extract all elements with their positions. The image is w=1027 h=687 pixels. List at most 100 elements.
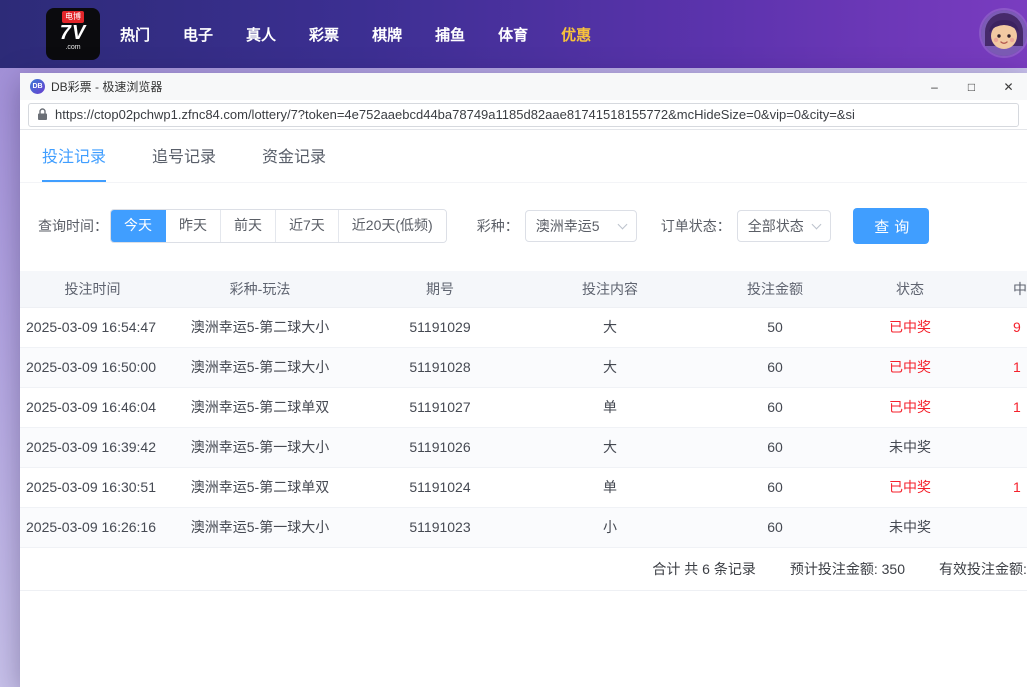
col-header-amount: 投注金额 [695, 271, 855, 307]
col-header-time: 投注时间 [20, 271, 165, 307]
nav-item-promo[interactable]: 优惠 [561, 24, 591, 45]
cell-game: 澳洲幸运5-第二球单双 [165, 387, 355, 427]
nav-item-cards[interactable]: 棋牌 [372, 24, 402, 45]
filter-bar: 查询时间： 今天 昨天 前天 近7天 近20天(低频) 彩种： 澳洲幸运5 订单… [20, 208, 1027, 244]
nav-item-hot[interactable]: 热门 [120, 24, 150, 45]
order-status-select[interactable]: 全部状态 [737, 210, 831, 242]
col-header-issue: 期号 [355, 271, 525, 307]
table-row: 2025-03-09 16:50:00 澳洲幸运5-第二球大小 51191028… [20, 347, 1027, 387]
logo-brand: 7V [46, 23, 100, 44]
cell-issue: 51191023 [355, 507, 525, 547]
user-avatar[interactable] [981, 10, 1027, 56]
table-row: 2025-03-09 16:30:51 澳洲幸运5-第二球单双 51191024… [20, 467, 1027, 507]
table-row: 2025-03-09 16:26:16 澳洲幸运5-第一球大小 51191023… [20, 507, 1027, 547]
window-titlebar[interactable]: DB DB彩票 - 极速浏览器 – □ ✕ [20, 73, 1027, 100]
cell-game: 澳洲幸运5-第一球大小 [165, 507, 355, 547]
col-header-prize: 中奖金额 [965, 271, 1027, 307]
status-filter-label: 订单状态： [661, 216, 731, 236]
cell-status: 已中奖 [855, 387, 965, 427]
time-filter-label: 查询时间： [38, 216, 108, 236]
window-title: DB彩票 - 极速浏览器 [51, 78, 162, 95]
cell-content: 大 [525, 427, 695, 467]
col-header-status: 状态 [855, 271, 965, 307]
browser-tab-icon: DB [30, 79, 45, 94]
avatar-illustration [981, 10, 1027, 56]
summary-expected-amount: 预计投注金额: 350 [790, 559, 905, 579]
col-header-game: 彩种-玩法 [165, 271, 355, 307]
logo-domain: .com [46, 44, 100, 52]
tab-chase-records[interactable]: 追号记录 [152, 130, 216, 182]
records-table-wrap: 投注时间 彩种-玩法 期号 投注内容 投注金额 状态 中奖金额 2025-03-… [20, 271, 1027, 591]
cell-issue: 51191024 [355, 467, 525, 507]
nav-item-fishing[interactable]: 捕鱼 [435, 24, 465, 45]
summary-total-count: 合计 共 6 条记录 [652, 559, 755, 579]
cell-status: 已中奖 [855, 347, 965, 387]
table-row: 2025-03-09 16:46:04 澳洲幸运5-第二球单双 51191027… [20, 387, 1027, 427]
url-text: https://ctop02pchwp1.zfnc84.com/lottery/… [55, 107, 855, 122]
cell-status: 未中奖 [855, 427, 965, 467]
logo-badge: 电博 [62, 11, 84, 23]
cell-amount: 60 [695, 427, 855, 467]
time-option-daybefore[interactable]: 前天 [221, 210, 276, 242]
search-button[interactable]: 查询 [853, 208, 929, 244]
cell-status: 已中奖 [855, 467, 965, 507]
tab-fund-records[interactable]: 资金记录 [262, 130, 326, 182]
lottery-select-value: 澳洲幸运5 [536, 216, 600, 236]
site-logo[interactable]: 电博 7V .com [46, 8, 100, 60]
cell-game: 澳洲幸运5-第二球大小 [165, 307, 355, 347]
nav-item-sports[interactable]: 体育 [498, 24, 528, 45]
col-header-content: 投注内容 [525, 271, 695, 307]
cell-status: 已中奖 [855, 307, 965, 347]
cell-issue: 51191028 [355, 347, 525, 387]
nav-menu: 热门 电子 真人 彩票 棋牌 捕鱼 体育 优惠 [120, 24, 591, 45]
records-tabs: 投注记录 追号记录 资金记录 [20, 130, 1027, 183]
cell-time: 2025-03-09 16:46:04 [20, 387, 165, 427]
cell-issue: 51191029 [355, 307, 525, 347]
summary-valid-amount: 有效投注金额: [939, 559, 1027, 579]
cell-amount: 60 [695, 347, 855, 387]
window-controls: – □ ✕ [916, 73, 1027, 100]
cell-prize: 1 [965, 387, 1027, 427]
cell-content: 单 [525, 387, 695, 427]
nav-item-live[interactable]: 真人 [246, 24, 276, 45]
time-option-yesterday[interactable]: 昨天 [166, 210, 221, 242]
browser-window: DB DB彩票 - 极速浏览器 – □ ✕ https://ctop02pchw… [20, 73, 1027, 687]
cell-issue: 51191026 [355, 427, 525, 467]
site-navbar: 电博 7V .com 热门 电子 真人 彩票 棋牌 捕鱼 体育 优惠 [0, 0, 1027, 68]
time-option-today[interactable]: 今天 [111, 210, 166, 242]
cell-amount: 60 [695, 387, 855, 427]
cell-issue: 51191027 [355, 387, 525, 427]
lottery-select[interactable]: 澳洲幸运5 [525, 210, 637, 242]
tab-bet-records[interactable]: 投注记录 [42, 130, 106, 182]
time-option-7days[interactable]: 近7天 [276, 210, 339, 242]
cell-status: 未中奖 [855, 507, 965, 547]
nav-item-slots[interactable]: 电子 [183, 24, 213, 45]
time-option-20days[interactable]: 近20天(低频) [339, 210, 446, 242]
lock-icon [37, 108, 48, 121]
cell-game: 澳洲幸运5-第一球大小 [165, 427, 355, 467]
cell-game: 澳洲幸运5-第二球单双 [165, 467, 355, 507]
close-button[interactable]: ✕ [990, 73, 1027, 100]
cell-game: 澳洲幸运5-第二球大小 [165, 347, 355, 387]
cell-prize: 1 [965, 347, 1027, 387]
cell-content: 大 [525, 347, 695, 387]
nav-item-lottery[interactable]: 彩票 [309, 24, 339, 45]
cell-prize [965, 427, 1027, 467]
table-row: 2025-03-09 16:54:47 澳洲幸运5-第二球大小 51191029… [20, 307, 1027, 347]
table-row: 2025-03-09 16:39:42 澳洲幸运5-第一球大小 51191026… [20, 427, 1027, 467]
chevron-down-icon [617, 219, 627, 229]
cell-amount: 50 [695, 307, 855, 347]
chevron-down-icon [811, 219, 821, 229]
maximize-button[interactable]: □ [953, 73, 990, 100]
cell-time: 2025-03-09 16:54:47 [20, 307, 165, 347]
minimize-button[interactable]: – [916, 73, 953, 100]
cell-time: 2025-03-09 16:39:42 [20, 427, 165, 467]
cell-content: 单 [525, 467, 695, 507]
cell-amount: 60 [695, 467, 855, 507]
lottery-filter-label: 彩种： [477, 216, 519, 236]
address-bar[interactable]: https://ctop02pchwp1.zfnc84.com/lottery/… [28, 103, 1019, 127]
records-table: 投注时间 彩种-玩法 期号 投注内容 投注金额 状态 中奖金额 2025-03-… [20, 271, 1027, 548]
cell-prize: 1 [965, 467, 1027, 507]
cell-amount: 60 [695, 507, 855, 547]
cell-content: 大 [525, 307, 695, 347]
